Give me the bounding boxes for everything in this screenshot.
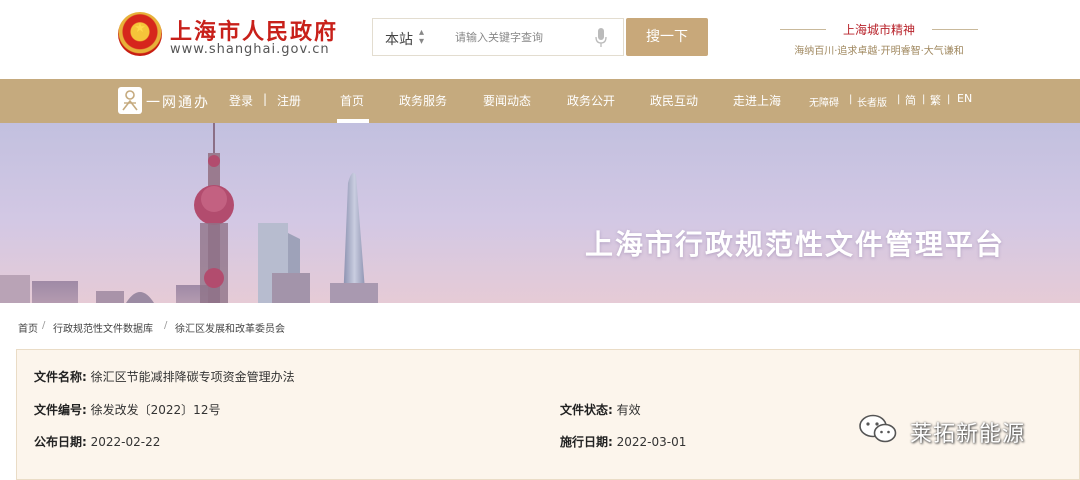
- doc-effective-date-value: 2022-03-01: [616, 435, 687, 449]
- simplified-chinese-link[interactable]: 简: [905, 92, 916, 108]
- doc-status-label: 文件状态:: [560, 403, 613, 417]
- national-emblem-icon[interactable]: ★: [118, 12, 162, 56]
- doc-name-label: 文件名称:: [34, 370, 87, 384]
- register-link[interactable]: 注册: [277, 92, 301, 109]
- onenet-link[interactable]: 一网通办: [146, 92, 210, 112]
- site-header: ★ 上海市人民政府 www.shanghai.gov.cn 本站 ▴▾ 搜一下 …: [0, 0, 1080, 79]
- scope-updown-icon[interactable]: ▴ ▾: [419, 28, 424, 47]
- breadcrumb-separator: /: [164, 320, 168, 331]
- microphone-icon[interactable]: [595, 28, 607, 48]
- search-scope-select[interactable]: 本站: [385, 29, 413, 49]
- doc-name-value: 徐汇区节能减排降碳专项资金管理办法: [90, 370, 295, 384]
- doc-effective-date-label: 施行日期:: [560, 435, 613, 449]
- city-spirit-motto: 海纳百川·追求卓越·开明睿智·大气谦和: [794, 46, 964, 57]
- breadcrumb-xuhui-ndrc[interactable]: 徐汇区发展和改革委员会: [175, 320, 285, 335]
- doc-status-value: 有效: [616, 403, 641, 417]
- doc-status-field: 文件状态: 有效: [560, 401, 641, 418]
- nav-separator: |: [849, 94, 853, 105]
- nav-item-home[interactable]: 首页: [340, 92, 364, 109]
- hero-banner: 上海市行政规范性文件管理平台: [0, 123, 1080, 303]
- nav-separator: |: [897, 94, 901, 105]
- search-input[interactable]: [455, 28, 585, 46]
- english-link[interactable]: EN: [957, 92, 972, 105]
- doc-publish-date-value: 2022-02-22: [90, 435, 161, 449]
- nav-separator: |: [947, 94, 951, 105]
- doc-publish-date-field: 公布日期: 2022-02-22: [34, 433, 160, 450]
- spirit-divider-right: [932, 29, 978, 30]
- emblem-star: ★: [134, 21, 146, 36]
- banner-title: 上海市行政规范性文件管理平台: [584, 228, 1005, 261]
- login-link[interactable]: 登录: [229, 92, 253, 109]
- accessibility-link[interactable]: 无障碍: [809, 94, 839, 109]
- search-button[interactable]: 搜一下: [626, 18, 708, 56]
- wechat-icon: [859, 414, 897, 443]
- elder-version-link[interactable]: 长者版: [857, 94, 887, 109]
- document-info-panel: 文件名称: 徐汇区节能减排降碳专项资金管理办法 文件编号: 徐发改发〔2022〕…: [16, 349, 1080, 480]
- search-box: 本站 ▴ ▾: [372, 18, 624, 56]
- nav-item-disclosure[interactable]: 政务公开: [567, 92, 615, 109]
- traditional-chinese-link[interactable]: 繁: [930, 92, 941, 108]
- main-nav: 一网通办 登录 | 注册 首页 政务服务 要闻动态 政务公开 政民互动 走进上海…: [0, 79, 1080, 123]
- nav-item-services[interactable]: 政务服务: [399, 92, 447, 109]
- nav-separator: |: [922, 94, 926, 105]
- nav-item-about-shanghai[interactable]: 走进上海: [733, 92, 781, 109]
- doc-number-field: 文件编号: 徐发改发〔2022〕12号: [34, 401, 220, 418]
- breadcrumb-home[interactable]: 首页: [18, 320, 38, 335]
- shanghai-skyline-image: [0, 123, 378, 303]
- onenet-service-icon[interactable]: [118, 87, 142, 114]
- doc-number-value: 徐发改发〔2022〕12号: [90, 403, 221, 417]
- nav-item-interaction[interactable]: 政民互动: [650, 92, 698, 109]
- breadcrumb-regulation-database[interactable]: 行政规范性文件数据库: [53, 320, 153, 335]
- nav-separator: |: [263, 92, 268, 106]
- watermark-text: 莱拓新能源: [910, 422, 1026, 447]
- breadcrumb-separator: /: [42, 320, 46, 331]
- site-url[interactable]: www.shanghai.gov.cn: [170, 42, 330, 57]
- nav-item-news[interactable]: 要闻动态: [483, 92, 531, 109]
- doc-name-field: 文件名称: 徐汇区节能减排降碳专项资金管理办法: [34, 368, 295, 385]
- breadcrumb: 首页 / 行政规范性文件数据库 / 徐汇区发展和改革委员会: [0, 303, 1080, 349]
- doc-publish-date-label: 公布日期:: [34, 435, 87, 449]
- doc-effective-date-field: 施行日期: 2022-03-01: [560, 433, 686, 450]
- doc-number-label: 文件编号:: [34, 403, 87, 417]
